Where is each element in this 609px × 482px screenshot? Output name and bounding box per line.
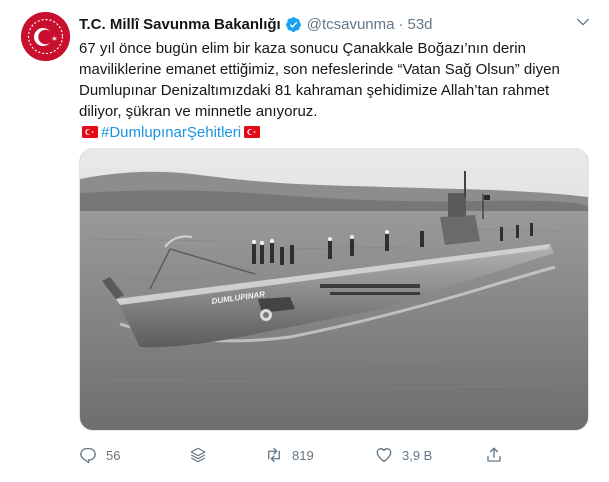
layers-icon [190, 447, 206, 463]
turkish-flag-icon [244, 126, 261, 138]
submarine-photo: DUMLUPINAR [80, 149, 588, 430]
like-count: 3,9 B [402, 447, 433, 463]
hashtag-line: #DumlupınarŞehitleri [79, 122, 599, 143]
separator-dot: · [398, 15, 404, 33]
avatar[interactable] [21, 12, 70, 61]
verified-badge-icon [285, 16, 301, 32]
share-icon [487, 447, 501, 462]
tweet-text-line: diliyor, şükran ve minnetle anıyoruz. [79, 103, 318, 120]
reply-button[interactable]: 56 [79, 443, 120, 467]
tweet-timestamp[interactable]: 53d [407, 16, 432, 33]
chevron-down-icon[interactable] [575, 14, 591, 30]
tweet-text-line: 67 yıl önce bugün elim bir kaza sonucu Ç… [79, 40, 526, 57]
tweet-text: 67 yıl önce bugün elim bir kaza sonucu Ç… [79, 38, 599, 143]
reply-icon [80, 447, 96, 464]
tweet-text-line: Dumlupınar Denizaltımızdaki 81 kahraman … [79, 82, 550, 99]
like-button[interactable]: 3,9 B [375, 443, 432, 467]
tweet: T.C. Millî Savunma Bakanlığı @tcsavunma … [0, 0, 609, 482]
tweet-actions: 56 819 3,9 B [79, 443, 509, 467]
ministry-logo-icon [21, 12, 70, 61]
retweet-button[interactable]: 819 [265, 443, 314, 467]
heart-icon [376, 448, 392, 463]
tweet-text-line: maviliklerine emanet ettiğimiz, son nefe… [79, 61, 560, 78]
turkish-flag-icon [82, 126, 98, 138]
share-button[interactable] [485, 443, 503, 467]
retweet-count: 819 [292, 447, 314, 463]
author-handle[interactable]: @tcsavunma [307, 16, 395, 33]
reply-count: 56 [106, 447, 121, 463]
author-name[interactable]: T.C. Millî Savunma Bakanlığı [79, 16, 281, 33]
layers-button[interactable] [189, 443, 207, 467]
tweet-photo[interactable]: DUMLUPINAR [79, 148, 589, 431]
hashtag-link[interactable]: #DumlupınarŞehitleri [101, 124, 241, 141]
retweet-icon [268, 447, 280, 463]
tweet-header: T.C. Millî Savunma Bakanlığı @tcsavunma … [79, 14, 433, 34]
